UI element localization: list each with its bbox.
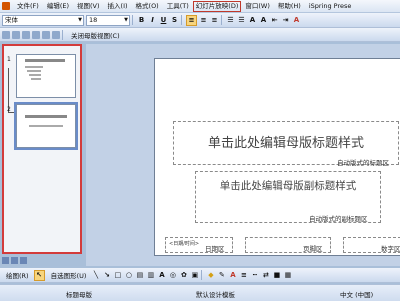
shadow-button[interactable]: S (170, 16, 179, 25)
thumbnail-number: 1 (7, 56, 11, 63)
fill-color-icon[interactable]: ◆ (206, 271, 215, 280)
toolbar-separator (181, 15, 182, 25)
view-switch-bar (2, 255, 82, 265)
line-style-icon[interactable]: ≡ (239, 271, 248, 280)
chevron-down-icon: ▼ (78, 16, 82, 23)
toolbar-separator (221, 15, 222, 25)
3d-style-icon[interactable]: ▦ (283, 271, 292, 280)
draw-menu-button[interactable]: 绘图(R) (3, 269, 32, 281)
master-view-toolbar: 关闭母版视图(C) (0, 28, 400, 42)
font-size-select[interactable]: 18 ▼ (86, 14, 130, 26)
toolbar-separator (132, 15, 133, 25)
align-left-icon[interactable]: ≡ (186, 14, 197, 26)
chevron-down-icon: ▼ (124, 16, 128, 23)
menu-insert[interactable]: 插入(I) (104, 0, 132, 12)
powerpoint-app-icon[interactable] (2, 2, 10, 10)
status-design: 默认设计模板 (196, 291, 235, 299)
subtitle-placeholder-text: 单击此处编辑母版副标题样式 (219, 180, 357, 192)
menu-view[interactable]: 视图(V) (73, 0, 104, 12)
footer-area-label: 页脚区 (303, 245, 323, 253)
formatting-toolbar: 宋体 ▼ 18 ▼ B I U S ≡ ≡ ≡ ☰ ☰ A A ⇤ ⇥ A (0, 13, 400, 28)
dash-style-icon[interactable]: ┅ (250, 271, 259, 280)
master-layout-icon[interactable] (52, 30, 60, 39)
shadow-style-icon[interactable]: ■ (272, 271, 281, 280)
line-icon[interactable]: ╲ (91, 271, 100, 280)
select-pointer-icon[interactable]: ↖ (33, 269, 45, 281)
picture-icon[interactable]: ▣ (190, 271, 199, 280)
menu-bar: 文件(F) 编辑(E) 视图(V) 插入(I) 格式(O) 工具(T) 幻灯片放… (0, 0, 400, 13)
increase-indent-icon[interactable]: ⇥ (281, 16, 290, 25)
date-field: <日期/时间> (169, 241, 200, 247)
title-master-thumbnail[interactable] (14, 102, 78, 150)
preserve-master-icon[interactable] (32, 30, 40, 39)
menu-ispring[interactable]: iSpring Prese (305, 0, 356, 12)
insert-new-slide-master-icon[interactable] (2, 30, 10, 39)
status-language: 中文 (中国) (340, 291, 374, 299)
font-color-icon[interactable]: A (292, 16, 301, 25)
close-master-view-button[interactable]: 关闭母版视图(C) (68, 29, 123, 41)
align-right-icon[interactable]: ≡ (210, 16, 219, 25)
slide-thumbnail-panel[interactable]: 1 2 (2, 44, 82, 254)
arrow-icon[interactable]: ↘ (102, 271, 111, 280)
toolbar-separator (201, 270, 203, 280)
title-area-label: 自动版式的标题区 (337, 159, 389, 167)
normal-view-icon[interactable] (2, 256, 9, 264)
textbox-icon[interactable]: ▤ (135, 271, 144, 280)
toolbar-separator (62, 29, 63, 40)
decrease-indent-icon[interactable]: ⇤ (270, 16, 279, 25)
rename-master-icon[interactable] (42, 30, 50, 39)
font-name-value: 宋体 (5, 15, 18, 24)
insert-new-title-master-icon[interactable] (12, 30, 20, 39)
rectangle-icon[interactable]: □ (113, 271, 122, 280)
title-placeholder-text: 单击此处编辑母版标题样式 (207, 136, 364, 151)
slideshow-view-icon[interactable] (20, 256, 27, 264)
wordart-icon[interactable]: A (157, 271, 166, 280)
status-view: 标题母版 (66, 291, 92, 299)
bold-button[interactable]: B (137, 16, 146, 25)
italic-button[interactable]: I (148, 16, 157, 25)
font-size-value: 18 (89, 15, 98, 24)
increase-font-icon[interactable]: A (248, 16, 257, 25)
font-color-icon[interactable]: A (228, 271, 237, 280)
clipart-icon[interactable]: ✿ (179, 271, 188, 280)
status-bar: 标题母版 默认设计模板 中文 (中国) (0, 284, 400, 301)
thumbnail-number: 2 (7, 106, 11, 113)
menu-file[interactable]: 文件(F) (13, 0, 43, 12)
autoshapes-menu-button[interactable]: 自选图形(U) (48, 269, 90, 281)
number-area-label: 数字区 (381, 245, 400, 253)
slide-sorter-icon[interactable] (11, 256, 18, 264)
oval-icon[interactable]: ○ (124, 271, 133, 280)
line-color-icon[interactable]: ✎ (217, 271, 226, 280)
menu-edit[interactable]: 编辑(E) (43, 0, 73, 12)
title-master-slide[interactable]: 单击此处编辑母版标题样式 自动版式的标题区 单击此处编辑母版副标题样式 自动版式… (154, 58, 400, 256)
arrow-style-icon[interactable]: ⇄ (261, 271, 270, 280)
numbering-icon[interactable]: ☰ (226, 16, 235, 25)
diagram-icon[interactable]: ◎ (168, 271, 177, 280)
menu-help[interactable]: 帮助(H) (274, 0, 305, 12)
drawing-toolbar: 绘图(R) ↖ 自选图形(U) ╲ ↘ □ ○ ▤ ▥ A ◎ ✿ ▣ ◆ ✎ … (0, 268, 400, 283)
date-area-label: 日期区 (205, 245, 225, 253)
slide-master-thumbnail[interactable] (16, 54, 76, 98)
decrease-font-icon[interactable]: A (259, 16, 268, 25)
delete-master-icon[interactable] (22, 30, 30, 39)
underline-button[interactable]: U (159, 16, 168, 25)
bullets-icon[interactable]: ☰ (237, 16, 246, 25)
font-name-select[interactable]: 宋体 ▼ (2, 14, 84, 26)
menu-tools[interactable]: 工具(T) (163, 0, 193, 12)
menu-slideshow[interactable]: 幻灯片放映(D) (192, 0, 242, 12)
slide-editing-area: 单击此处编辑母版标题样式 自动版式的标题区 单击此处编辑母版副标题样式 自动版式… (86, 44, 400, 266)
vertical-textbox-icon[interactable]: ▥ (146, 271, 155, 280)
menu-format[interactable]: 格式(O) (132, 0, 163, 12)
align-center-icon[interactable]: ≡ (199, 16, 208, 25)
subtitle-area-label: 自动版式的副标题区 (309, 215, 368, 223)
menu-window[interactable]: 窗口(W) (241, 0, 274, 12)
